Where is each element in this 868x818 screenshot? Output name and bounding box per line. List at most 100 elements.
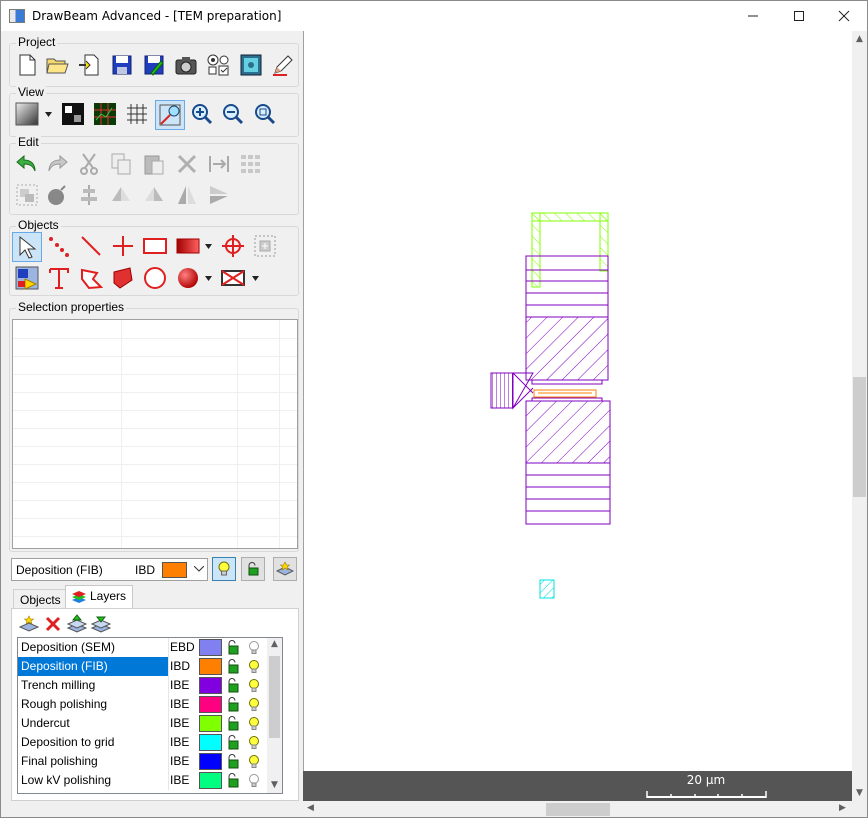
scroll-down-icon[interactable]: ▼ (856, 788, 863, 798)
zoom-fit-button[interactable] (251, 100, 279, 128)
shear-button[interactable] (205, 181, 233, 209)
layer-fill-tool[interactable] (13, 264, 41, 292)
open-project-button[interactable] (43, 51, 71, 79)
layer-row[interactable]: Deposition (FIB) IBD (18, 657, 282, 676)
target-tool[interactable] (219, 232, 247, 260)
lock-open-icon[interactable] (226, 754, 240, 769)
lower-trench-shape[interactable] (525, 400, 611, 525)
line-tool[interactable] (77, 232, 105, 260)
background-dropdown[interactable] (44, 100, 52, 128)
explode-button[interactable] (43, 181, 71, 209)
canvas-vertical-scroll-thumb[interactable] (853, 377, 866, 497)
add-layer-button[interactable] (18, 613, 40, 635)
layer-row[interactable]: Rough polishing IBE (18, 695, 282, 714)
filled-rectangle-tool[interactable] (174, 232, 202, 260)
cut-button[interactable] (75, 150, 103, 178)
lightbulb-icon[interactable] (247, 735, 261, 750)
cross-section-dropdown[interactable] (251, 264, 259, 292)
view-options-button[interactable] (204, 51, 232, 79)
contrast-button[interactable] (59, 100, 87, 128)
cross-section-tool[interactable] (219, 264, 247, 292)
scroll-left-icon[interactable]: ◀ (307, 803, 314, 813)
delete-layer-button[interactable] (42, 613, 64, 635)
layer-color-swatch[interactable] (199, 715, 222, 732)
edit-project-button[interactable] (269, 51, 297, 79)
snap-tool[interactable] (251, 232, 279, 260)
group-button[interactable] (13, 181, 41, 209)
redo-button[interactable] (43, 150, 71, 178)
minimize-button[interactable] (730, 1, 776, 31)
scroll-up-icon[interactable]: ▲ (856, 34, 863, 44)
lock-open-icon[interactable] (226, 697, 240, 712)
layer-color-swatch[interactable] (199, 677, 222, 694)
layer-list-scroll-thumb[interactable] (269, 656, 280, 738)
rotate-button[interactable] (107, 181, 135, 209)
canvas-horizontal-scroll-thumb[interactable] (546, 803, 610, 816)
lock-open-icon[interactable] (226, 735, 240, 750)
lightbulb-icon[interactable] (247, 678, 261, 693)
zoom-in-button[interactable] (188, 100, 216, 128)
scroll-up-icon[interactable]: ▲ (271, 639, 278, 649)
layer-color-swatch[interactable] (199, 772, 222, 789)
background-image-button[interactable] (13, 100, 41, 128)
current-layer-select[interactable]: Deposition (FIB) IBD (11, 558, 208, 581)
tab-objects[interactable]: Objects (13, 589, 68, 609)
layer-color-swatch[interactable] (199, 696, 222, 713)
array-button[interactable] (237, 150, 265, 178)
lamella-region[interactable] (531, 379, 603, 402)
delete-button[interactable] (173, 150, 201, 178)
layer-lock-toggle[interactable] (241, 557, 265, 581)
layer-row[interactable]: Low kV polishing IBE (18, 771, 282, 790)
lock-open-icon[interactable] (226, 716, 240, 731)
lightbulb-icon[interactable] (247, 659, 261, 674)
canvas-horizontal-scrollbar[interactable]: ◀ ▶ (303, 801, 852, 817)
lightbulb-icon[interactable] (247, 773, 261, 788)
layer-color-swatch[interactable] (199, 639, 222, 656)
canvas-vertical-scrollbar[interactable]: ▲ ▼ (852, 31, 867, 801)
close-button[interactable] (821, 1, 867, 31)
scroll-right-icon[interactable]: ▶ (839, 803, 846, 813)
lightbulb-icon[interactable] (247, 697, 261, 712)
lock-open-icon[interactable] (226, 640, 240, 655)
map-button[interactable] (237, 51, 265, 79)
layer-settings-button[interactable] (273, 557, 297, 581)
layer-color-swatch[interactable] (199, 753, 222, 770)
layer-color-swatch[interactable] (199, 658, 222, 675)
maximize-button[interactable] (776, 1, 822, 31)
import-button[interactable] (75, 51, 103, 79)
selection-properties-grid[interactable] (12, 319, 298, 549)
layer-row[interactable]: Deposition (SEM) EBD (18, 638, 282, 657)
layer-list-scrollbar[interactable]: ▲ ▼ (267, 638, 282, 793)
rotate-ccw-button[interactable] (140, 181, 168, 209)
grid-overlay-button[interactable] (91, 100, 119, 128)
lock-open-icon[interactable] (226, 678, 240, 693)
layer-visibility-toggle[interactable] (212, 557, 236, 581)
drawing-canvas[interactable] (303, 31, 852, 771)
move-layer-up-button[interactable] (66, 613, 88, 635)
lightbulb-icon[interactable] (247, 716, 261, 731)
rectangle-tool[interactable] (141, 232, 169, 260)
rectangle-dropdown[interactable] (204, 232, 212, 260)
circle-dropdown[interactable] (204, 264, 212, 292)
align-button[interactable] (205, 150, 233, 178)
undo-button[interactable] (13, 150, 41, 178)
layer-list[interactable]: Deposition (SEM) EBD Deposition (FIB) IBD Tr… (17, 637, 283, 794)
new-project-button[interactable] (13, 51, 41, 79)
tab-layers[interactable]: Layers (65, 585, 134, 609)
measure-button[interactable] (155, 100, 185, 130)
pointer-tool[interactable] (12, 232, 42, 262)
undercut-shape[interactable] (531, 212, 609, 288)
grid-button[interactable] (123, 100, 151, 128)
filled-circle-tool[interactable] (174, 264, 202, 292)
polygon-tool[interactable] (77, 264, 105, 292)
cross-tool[interactable] (109, 232, 137, 260)
circle-tool[interactable] (141, 264, 169, 292)
layer-color-swatch[interactable] (199, 734, 222, 751)
scroll-down-icon[interactable]: ▼ (271, 780, 278, 790)
move-layer-down-button[interactable] (90, 613, 112, 635)
lock-open-icon[interactable] (226, 659, 240, 674)
layer-row[interactable]: Undercut IBE (18, 714, 282, 733)
points-tool[interactable] (45, 232, 73, 260)
lightbulb-icon[interactable] (247, 754, 261, 769)
layer-row[interactable]: Final polishing IBE (18, 752, 282, 771)
